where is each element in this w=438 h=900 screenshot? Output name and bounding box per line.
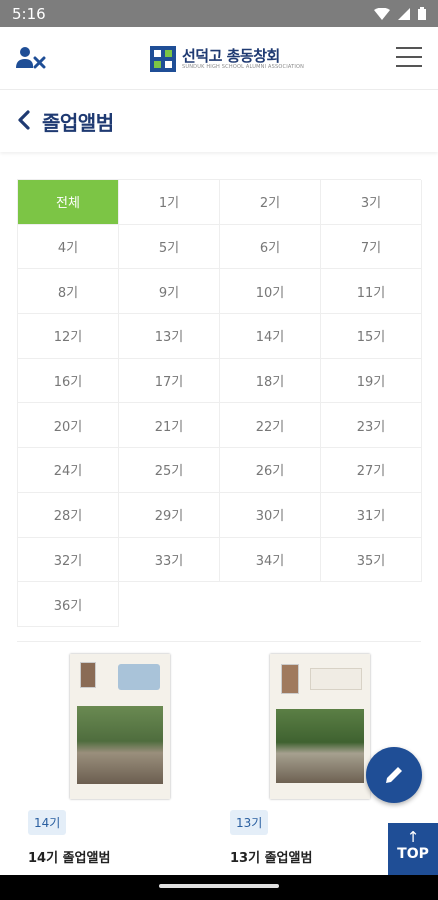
battery-icon bbox=[418, 7, 426, 20]
menu-icon[interactable] bbox=[396, 47, 422, 67]
status-bar: 5:16 bbox=[0, 0, 438, 27]
generation-filter-item[interactable]: 17기 bbox=[119, 358, 220, 404]
album-title[interactable]: 14기 졸업앨범 bbox=[28, 847, 208, 866]
menu-line bbox=[396, 65, 422, 67]
generation-filter-item[interactable]: 34기 bbox=[220, 537, 321, 583]
system-icons bbox=[374, 7, 426, 20]
generation-filter-item[interactable]: 5기 bbox=[119, 224, 220, 270]
generation-filter-item[interactable]: 19기 bbox=[321, 358, 422, 404]
generation-filter-item[interactable]: 36기 bbox=[18, 582, 119, 627]
generation-filter-item[interactable]: 20기 bbox=[18, 403, 119, 449]
generation-filter-item[interactable]: 14기 bbox=[220, 314, 321, 359]
generation-filter-item[interactable]: 25기 bbox=[119, 448, 220, 493]
generation-filter-item[interactable]: 3기 bbox=[321, 180, 422, 225]
album-card[interactable]: 14기 14기 졸업앨범 bbox=[28, 654, 208, 866]
menu-line bbox=[396, 56, 422, 58]
system-nav-bar bbox=[0, 875, 438, 900]
signal-icon bbox=[398, 7, 410, 20]
generation-filter-grid: 전체 1기 2기 3기 4기 5기 6기 7기 8기 9기 10기 11기 12기 13기 14기 15기 16… bbox=[17, 179, 422, 627]
generation-filter-item[interactable]: 22기 bbox=[220, 403, 321, 449]
generation-filter-item[interactable]: 27기 bbox=[321, 448, 422, 493]
generation-filter-item[interactable]: 21기 bbox=[119, 403, 220, 449]
logo-text: 선덕고 총동창회 bbox=[182, 47, 280, 65]
scroll-top-button[interactable]: ↑ TOP bbox=[388, 823, 438, 875]
generation-filter-item[interactable]: 23기 bbox=[321, 403, 422, 449]
generation-filter-item[interactable]: 30기 bbox=[220, 492, 321, 538]
generation-filter-item[interactable]: 31기 bbox=[321, 492, 422, 538]
generation-filter-item[interactable]: 12기 bbox=[18, 314, 119, 359]
generation-filter-item[interactable]: 8기 bbox=[18, 269, 119, 315]
pencil-icon bbox=[386, 767, 402, 783]
generation-filter-item[interactable]: 15기 bbox=[321, 314, 422, 359]
status-time: 5:16 bbox=[12, 5, 46, 23]
logo-mark-icon bbox=[150, 46, 176, 72]
generation-filter-item[interactable]: 9기 bbox=[119, 269, 220, 315]
generation-filter-item[interactable]: 24기 bbox=[18, 448, 119, 493]
generation-badge: 13기 bbox=[230, 810, 269, 835]
generation-filter-item[interactable]: 6기 bbox=[220, 224, 321, 270]
generation-filter-item[interactable]: 29기 bbox=[119, 492, 220, 538]
generation-filter-item[interactable]: 26기 bbox=[220, 448, 321, 493]
back-icon[interactable] bbox=[16, 110, 32, 130]
page-title: 졸업앨범 bbox=[42, 111, 114, 135]
page-title-bar: 졸업앨범 bbox=[0, 90, 438, 152]
app-logo[interactable]: 선덕고 총동창회 SUNDUK HIGH SCHOOL ALUMNI ASSOC… bbox=[150, 45, 304, 73]
arrow-up-icon: ↑ bbox=[406, 828, 420, 846]
album-title[interactable]: 13기 졸업앨범 bbox=[230, 847, 410, 866]
scroll-top-label: TOP bbox=[397, 846, 429, 862]
generation-filter-item[interactable]: 32기 bbox=[18, 537, 119, 583]
user-x-icon[interactable] bbox=[16, 46, 46, 70]
divider bbox=[17, 641, 421, 642]
logo-subtext: SUNDUK HIGH SCHOOL ALUMNI ASSOCIATION bbox=[182, 64, 305, 70]
generation-filter-item[interactable]: 전체 bbox=[18, 180, 119, 225]
generation-filter-item[interactable]: 10기 bbox=[220, 269, 321, 315]
generation-filter-item[interactable]: 11기 bbox=[321, 269, 422, 315]
app-header: 선덕고 총동창회 SUNDUK HIGH SCHOOL ALUMNI ASSOC… bbox=[0, 27, 438, 90]
generation-badge: 14기 bbox=[28, 810, 67, 835]
generation-filter-item[interactable]: 35기 bbox=[321, 537, 422, 583]
generation-filter-item[interactable]: 7기 bbox=[321, 224, 422, 270]
menu-line bbox=[396, 47, 422, 49]
generation-filter-item[interactable]: 13기 bbox=[119, 314, 220, 359]
generation-filter-item[interactable]: 28기 bbox=[18, 492, 119, 538]
album-cover-image[interactable] bbox=[270, 654, 370, 799]
generation-filter-item[interactable]: 2기 bbox=[220, 180, 321, 225]
wifi-icon bbox=[374, 7, 390, 20]
home-gesture-handle[interactable] bbox=[159, 884, 279, 888]
generation-filter-item[interactable]: 16기 bbox=[18, 358, 119, 404]
write-button[interactable] bbox=[366, 747, 422, 803]
album-cover-image[interactable] bbox=[70, 654, 170, 799]
generation-filter-item[interactable]: 18기 bbox=[220, 358, 321, 404]
generation-filter-item[interactable]: 4기 bbox=[18, 224, 119, 270]
generation-filter-item[interactable]: 1기 bbox=[119, 180, 220, 225]
generation-filter-item[interactable]: 33기 bbox=[119, 537, 220, 583]
